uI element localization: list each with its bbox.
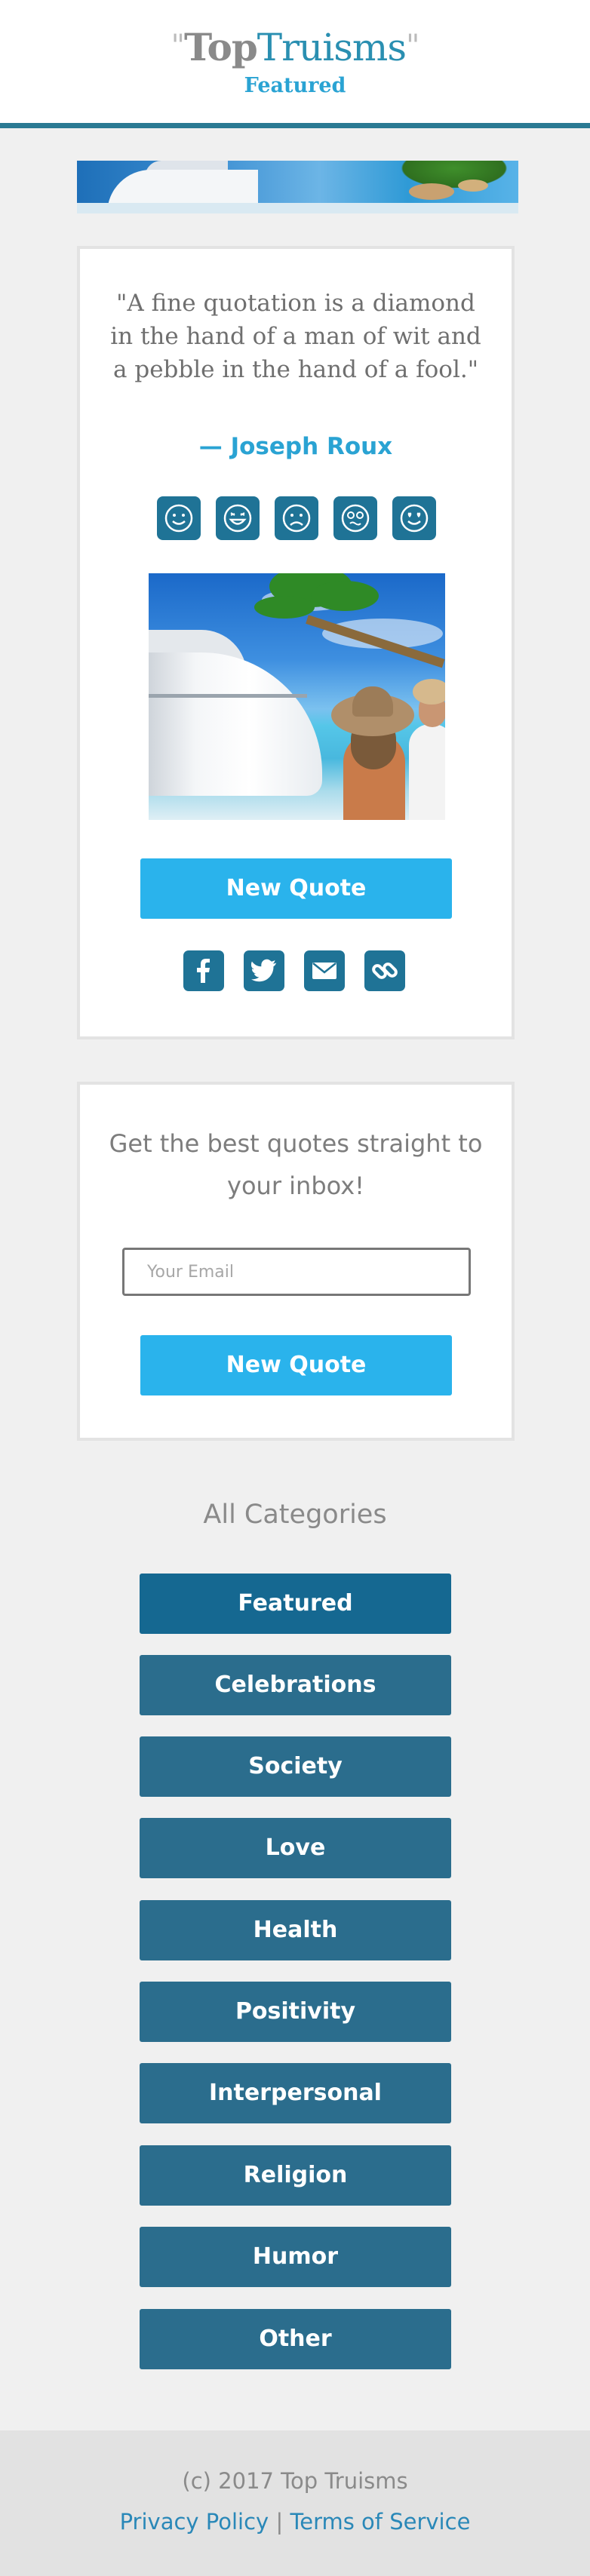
footer-separator: | — [275, 2509, 284, 2535]
category-celebrations[interactable]: Celebrations — [140, 1655, 451, 1715]
category-health[interactable]: Health — [140, 1900, 451, 1960]
category-love[interactable]: Love — [140, 1818, 451, 1878]
site-logo[interactable]: "TopTruisms" — [0, 21, 590, 74]
site-footer: (c) 2017 Top Truisms Privacy Policy | Te… — [0, 2430, 590, 2576]
newsletter-submit-button[interactable]: New Quote — [140, 1335, 452, 1395]
email-field[interactable] — [122, 1248, 471, 1296]
quote-image — [149, 573, 445, 820]
newsletter-card: Get the best quotes straight to your inb… — [77, 1082, 515, 1441]
site-header: "TopTruisms" Featured — [0, 0, 590, 128]
category-religion[interactable]: Religion — [140, 2145, 451, 2206]
categories-title: All Categories — [203, 1500, 387, 1530]
newsletter-text: Get the best quotes straight to your inb… — [109, 1129, 483, 1200]
category-humor[interactable]: Humor — [140, 2227, 451, 2287]
share-bar — [80, 950, 512, 993]
new-quote-button[interactable]: New Quote — [140, 858, 452, 919]
terms-of-service-link[interactable]: Terms of Service — [290, 2509, 470, 2535]
email-icon[interactable] — [304, 950, 345, 991]
quote-author: — Joseph Roux — [198, 433, 393, 460]
smile-icon[interactable] — [157, 496, 201, 540]
logo-word-truisms: Truisms — [257, 26, 407, 69]
category-featured[interactable]: Featured — [140, 1574, 451, 1634]
twitter-icon[interactable] — [244, 950, 284, 991]
reaction-bar — [80, 496, 512, 542]
category-society[interactable]: Society — [140, 1736, 451, 1797]
category-other[interactable]: Other — [140, 2309, 451, 2369]
quote-text: "A fine quotation is a diamond in the ha… — [110, 290, 481, 383]
facebook-icon[interactable] — [183, 950, 224, 991]
banner-image — [77, 161, 518, 213]
logo-quote-close: " — [405, 29, 419, 63]
footer-links: Privacy Policy | Terms of Service — [0, 2509, 590, 2535]
category-interpersonal[interactable]: Interpersonal — [140, 2063, 451, 2123]
privacy-policy-link[interactable]: Privacy Policy — [120, 2509, 269, 2535]
link-icon[interactable] — [364, 950, 405, 991]
copyright-text: (c) 2017 Top Truisms — [182, 2468, 408, 2494]
laugh-icon[interactable] — [216, 496, 260, 540]
sad-icon[interactable] — [275, 496, 318, 540]
section-subtitle: Featured — [244, 74, 346, 97]
love-icon[interactable] — [392, 496, 436, 540]
category-positivity[interactable]: Positivity — [140, 1982, 451, 2042]
surprised-icon[interactable] — [333, 496, 377, 540]
quote-card: "A fine quotation is a diamond in the ha… — [77, 246, 515, 1039]
logo-word-top: Top — [184, 25, 258, 69]
logo-quote-open: " — [171, 29, 185, 63]
